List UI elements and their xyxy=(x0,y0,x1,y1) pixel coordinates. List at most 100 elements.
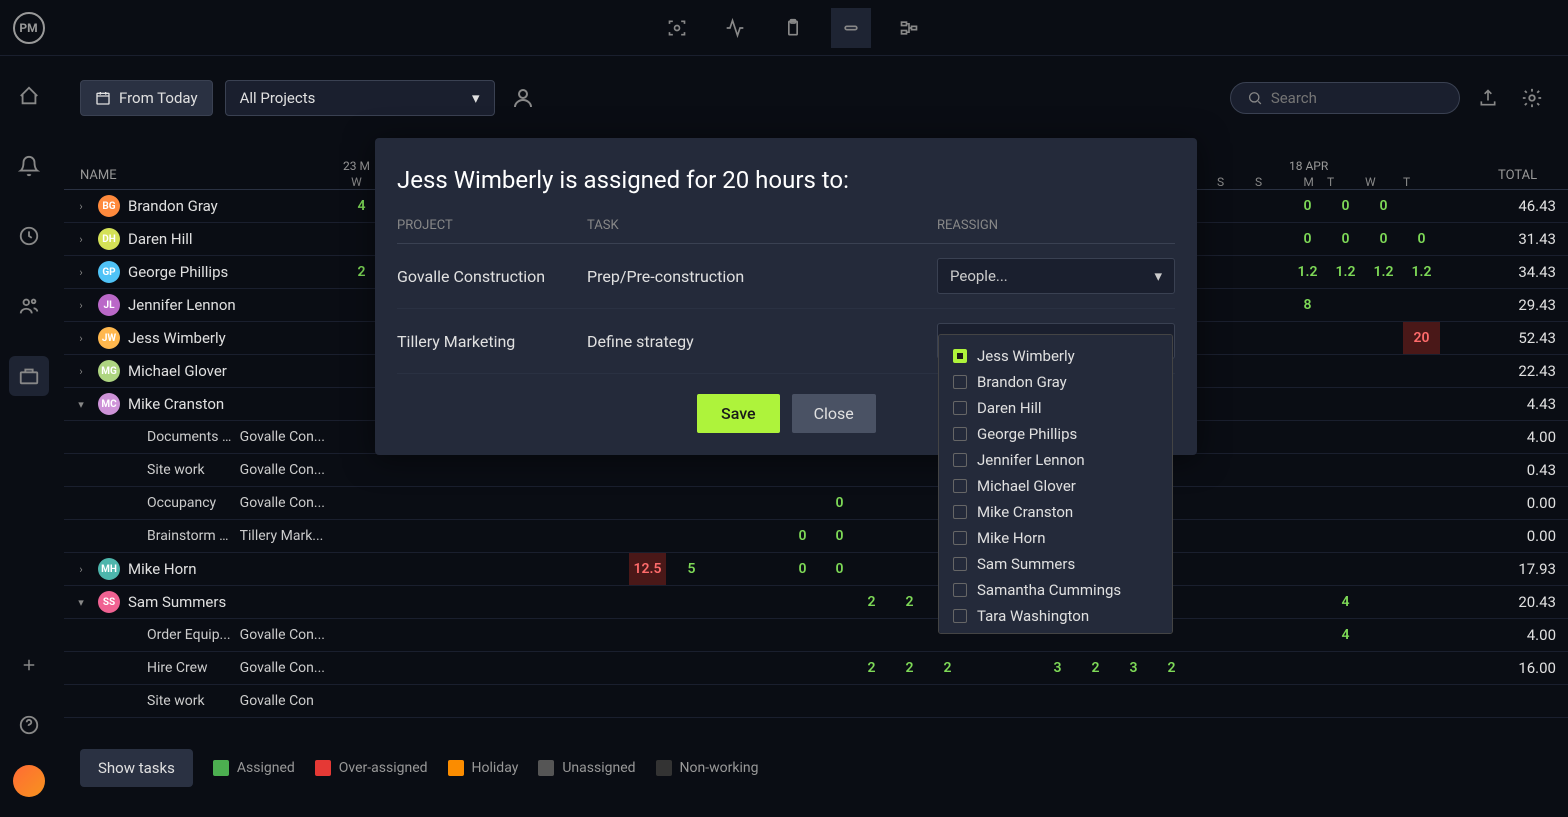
workload-cell[interactable]: 0 xyxy=(821,553,858,585)
checkbox[interactable] xyxy=(953,375,967,389)
workload-cell[interactable]: 12.5 xyxy=(629,553,666,585)
checkbox[interactable] xyxy=(953,583,967,597)
save-button[interactable]: Save xyxy=(697,394,780,433)
dropdown-item[interactable]: Jess Wimberly xyxy=(939,343,1172,369)
search-box[interactable] xyxy=(1230,82,1460,114)
flow-icon[interactable] xyxy=(889,8,929,48)
workload-cell[interactable]: 4 xyxy=(1327,586,1364,618)
workload-cell[interactable]: 2 xyxy=(891,586,928,618)
dropdown-item[interactable]: Brandon Gray xyxy=(939,369,1172,395)
home-icon[interactable] xyxy=(9,76,49,116)
workload-cell[interactable]: 1.2 xyxy=(1403,256,1440,288)
checkbox[interactable] xyxy=(953,609,967,623)
workload-cell[interactable]: 0 xyxy=(1289,190,1326,222)
workload-cell[interactable]: 2 xyxy=(853,586,890,618)
workload-cell[interactable]: 1.2 xyxy=(1327,256,1364,288)
from-today-button[interactable]: From Today xyxy=(80,80,213,116)
workload-cell[interactable]: 0 xyxy=(1327,190,1364,222)
dropdown-item[interactable]: Mike Horn xyxy=(939,525,1172,551)
date-label-2: 18 APR xyxy=(1289,159,1328,173)
clock-icon[interactable] xyxy=(9,216,49,256)
workload-cell[interactable]: 0 xyxy=(821,487,858,519)
task-row[interactable]: Site work Govalle Con... 0.43 xyxy=(64,454,1568,487)
user-avatar[interactable] xyxy=(13,765,45,797)
link-icon[interactable] xyxy=(831,8,871,48)
expand-icon[interactable]: › xyxy=(72,365,90,378)
expand-icon[interactable]: › xyxy=(72,332,90,345)
clipboard-icon[interactable] xyxy=(773,8,813,48)
activity-icon[interactable] xyxy=(715,8,755,48)
checkbox[interactable] xyxy=(953,401,967,415)
people-dropdown[interactable]: Jess Wimberly Brandon Gray Daren Hill Ge… xyxy=(938,334,1173,634)
task-row[interactable]: Occupancy Govalle Con... 0 0.00 xyxy=(64,487,1568,520)
checkbox[interactable] xyxy=(953,453,967,467)
plus-icon[interactable] xyxy=(9,645,49,685)
checkbox[interactable] xyxy=(953,557,967,571)
workload-cell[interactable]: 3 xyxy=(1115,652,1152,684)
workload-cell[interactable]: 2 xyxy=(891,652,928,684)
expand-icon[interactable]: › xyxy=(72,200,90,213)
workload-cell[interactable]: 1.2 xyxy=(1365,256,1402,288)
show-tasks-button[interactable]: Show tasks xyxy=(80,749,193,787)
workload-cell[interactable]: 0 xyxy=(1365,190,1402,222)
people-select[interactable]: People...▾ xyxy=(937,258,1175,294)
dropdown-item[interactable]: Tara Washington xyxy=(939,603,1172,629)
checkbox[interactable] xyxy=(953,349,967,363)
expand-icon[interactable]: › xyxy=(72,299,90,312)
user-row[interactable]: › MH Mike Horn 12.5500 17.93 xyxy=(64,553,1568,586)
task-row[interactable]: Site work Govalle Con xyxy=(64,685,1568,718)
workload-cell[interactable]: 1.2 xyxy=(1289,256,1326,288)
dropdown-item[interactable]: Samantha Cummings xyxy=(939,577,1172,603)
checkbox[interactable] xyxy=(953,505,967,519)
task-row[interactable]: Order Equip... Govalle Con... 4 4.00 xyxy=(64,619,1568,652)
checkbox[interactable] xyxy=(953,479,967,493)
people-filter-icon[interactable] xyxy=(507,82,539,114)
scan-icon[interactable] xyxy=(657,8,697,48)
export-icon[interactable] xyxy=(1472,82,1504,114)
checkbox[interactable] xyxy=(953,427,967,441)
expand-icon[interactable]: › xyxy=(72,233,90,246)
dropdown-item[interactable]: Michael Glover xyxy=(939,473,1172,499)
workload-cell[interactable]: 3 xyxy=(1039,652,1076,684)
workload-cell[interactable]: 2 xyxy=(853,652,890,684)
dropdown-item[interactable]: Sam Summers xyxy=(939,551,1172,577)
checkbox[interactable] xyxy=(953,531,967,545)
workload-cell[interactable]: 0 xyxy=(784,520,821,552)
task-row[interactable]: Hire Crew Govalle Con... 2223232 16.00 xyxy=(64,652,1568,685)
bell-icon[interactable] xyxy=(9,146,49,186)
user-avatar: MG xyxy=(98,360,120,382)
expand-icon[interactable]: › xyxy=(72,563,90,576)
dropdown-item[interactable]: George Phillips xyxy=(939,421,1172,447)
workload-cell[interactable]: 0 xyxy=(1365,223,1402,255)
dropdown-item[interactable]: Daren Hill xyxy=(939,395,1172,421)
task-project: Tillery Mark... xyxy=(240,528,329,544)
workload-cell[interactable]: 2 xyxy=(1153,652,1190,684)
search-input[interactable] xyxy=(1271,89,1443,107)
dropdown-item[interactable]: Jennifer Lennon xyxy=(939,447,1172,473)
project-filter-select[interactable]: All Projects ▾ xyxy=(225,80,495,116)
workload-cell[interactable]: 4 xyxy=(1327,619,1364,651)
expand-icon[interactable]: › xyxy=(72,266,90,279)
workload-cell[interactable]: 0 xyxy=(1403,223,1440,255)
help-icon[interactable] xyxy=(9,705,49,745)
dropdown-item[interactable]: Mike Cranston xyxy=(939,499,1172,525)
expand-icon[interactable]: ▾ xyxy=(72,596,90,609)
workload-cell[interactable]: 0 xyxy=(1327,223,1364,255)
workload-cell[interactable]: 2 xyxy=(1077,652,1114,684)
workload-cell[interactable]: 5 xyxy=(673,553,710,585)
user-row[interactable]: ▾ SS Sam Summers 2224 20.43 xyxy=(64,586,1568,619)
workload-cell[interactable]: 8 xyxy=(1289,289,1326,321)
legend-item: Holiday xyxy=(448,760,519,776)
team-icon[interactable] xyxy=(9,286,49,326)
workload-cell[interactable]: 0 xyxy=(821,520,858,552)
settings-icon[interactable] xyxy=(1516,82,1548,114)
workload-cell[interactable]: 2 xyxy=(929,652,966,684)
workload-cell[interactable]: 0 xyxy=(784,553,821,585)
expand-icon[interactable]: ▾ xyxy=(72,398,90,411)
total-cell: 31.43 xyxy=(1498,230,1568,248)
workload-cell[interactable]: 0 xyxy=(1289,223,1326,255)
workload-cell[interactable]: 20 xyxy=(1403,322,1440,354)
briefcase-icon[interactable] xyxy=(9,356,49,396)
close-button[interactable]: Close xyxy=(792,394,876,433)
task-row[interactable]: Brainstorm I... Tillery Mark... 00 0.00 xyxy=(64,520,1568,553)
